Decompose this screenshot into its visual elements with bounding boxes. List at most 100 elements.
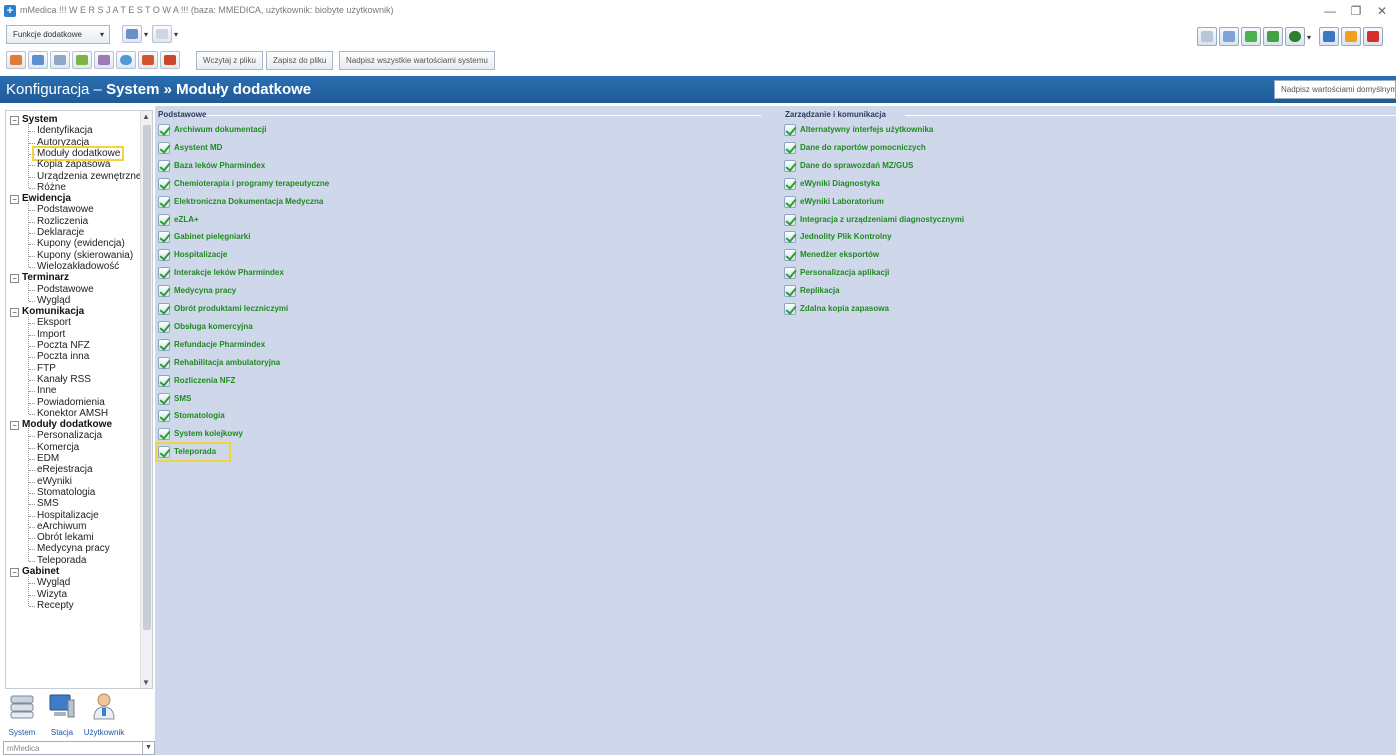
module-item[interactable]: Asystent MD bbox=[158, 141, 418, 155]
module-checkbox[interactable] bbox=[158, 195, 170, 208]
module-checkbox[interactable] bbox=[158, 124, 170, 136]
tree-item[interactable]: eRejestracja bbox=[29, 464, 93, 475]
tree-item[interactable]: Powiadomienia bbox=[29, 397, 105, 408]
module-item[interactable]: Chemioterapia i programy terapeutyczne bbox=[158, 177, 418, 191]
module-checkbox[interactable] bbox=[784, 249, 796, 262]
tree-group[interactable]: − Komunikacja bbox=[10, 306, 84, 318]
module-item[interactable]: SMS bbox=[158, 392, 418, 406]
arrow-left-icon[interactable] bbox=[1241, 27, 1261, 46]
tree-item[interactable]: Wielozakładowość bbox=[28, 261, 119, 272]
module-checkbox[interactable] bbox=[158, 320, 170, 333]
collapse-icon[interactable]: − bbox=[10, 195, 19, 205]
tree-item[interactable]: Podstawowe bbox=[29, 204, 94, 215]
monitor-icon[interactable] bbox=[1319, 27, 1339, 46]
tree-item[interactable]: Kanały RSS bbox=[29, 374, 91, 385]
save-file-button[interactable]: Zapisz do pliku bbox=[266, 51, 334, 70]
tree-item[interactable]: Komercja bbox=[28, 442, 79, 453]
tree-item[interactable]: eWyniki bbox=[29, 476, 72, 487]
scroll-down-icon[interactable]: ▼ bbox=[142, 678, 150, 687]
module-checkbox[interactable] bbox=[784, 285, 796, 298]
puzzle-icon[interactable] bbox=[160, 51, 180, 69]
module-checkbox[interactable] bbox=[158, 267, 170, 280]
functions-dropdown[interactable]: Funkcje dodatkowe ▾ bbox=[6, 25, 110, 44]
module-item[interactable]: Jednolity Plik Kontrolny bbox=[784, 230, 1044, 244]
overwrite-all-button[interactable]: Nadpisz wszystkie wartościami systemu bbox=[339, 51, 495, 70]
tree-item[interactable]: Kupony (ewidencja) bbox=[29, 238, 125, 249]
module-checkbox[interactable] bbox=[784, 124, 796, 136]
module-item[interactable]: Rozliczenia NFZ bbox=[158, 374, 418, 388]
arrow-up-icon[interactable] bbox=[1263, 27, 1283, 46]
station-select[interactable]: mMedica ▼ bbox=[3, 741, 155, 755]
tree-item[interactable]: Poczta inna bbox=[28, 351, 89, 362]
collapse-icon[interactable]: − bbox=[10, 116, 19, 125]
module-item[interactable]: Stomatologia bbox=[158, 409, 418, 423]
module-item[interactable]: Medycyna pracy bbox=[158, 284, 418, 298]
tree-item[interactable]: EDM bbox=[28, 453, 59, 464]
module-item[interactable]: eWyniki Diagnostyka bbox=[784, 177, 1044, 191]
module-item[interactable]: Archiwum dokumentacji bbox=[158, 123, 418, 137]
restore-icon[interactable]: ❐ bbox=[1346, 2, 1366, 20]
tree-item[interactable]: Wygląd bbox=[28, 577, 70, 588]
module-item[interactable]: Elektroniczna Dokumentacja Medyczna bbox=[158, 195, 418, 209]
tree-item[interactable]: eArchiwum bbox=[28, 521, 86, 532]
module-item[interactable]: Integracja z urządzeniami diagnostycznym… bbox=[784, 213, 1044, 227]
tree-item[interactable]: Recepty bbox=[29, 600, 74, 611]
module-checkbox[interactable] bbox=[158, 428, 170, 441]
tree-item[interactable]: Deklaracje bbox=[28, 227, 84, 238]
collapse-icon[interactable]: − bbox=[10, 421, 19, 431]
module-item[interactable]: Dane do sprawozdań MZ/GUS bbox=[784, 159, 1044, 173]
tree-item[interactable]: Personalizacja bbox=[28, 430, 102, 441]
module-checkbox[interactable] bbox=[784, 177, 796, 190]
chevron-down-icon[interactable]: ▾ bbox=[144, 30, 148, 39]
tree-group[interactable]: − System bbox=[10, 114, 58, 125]
module-item[interactable]: Gabinet pielęgniarki bbox=[158, 230, 418, 244]
network-icon[interactable] bbox=[1219, 27, 1239, 46]
module-item[interactable]: Personalizacja aplikacji bbox=[784, 266, 1044, 280]
load-file-button[interactable]: Wczytaj z pliku bbox=[196, 51, 263, 70]
module-checkbox[interactable] bbox=[158, 141, 170, 154]
power-icon[interactable] bbox=[1363, 27, 1383, 46]
calendar-icon[interactable] bbox=[28, 51, 48, 69]
tree-group[interactable]: − Moduły dodatkowe bbox=[10, 419, 112, 431]
nav-station-button[interactable]: Stacja bbox=[42, 690, 82, 740]
module-checkbox[interactable] bbox=[784, 141, 796, 154]
settings-icon[interactable] bbox=[1197, 27, 1217, 46]
module-item[interactable]: Alternatywny interfejs użytkownika bbox=[784, 123, 1044, 137]
tree-item[interactable]: Rozliczenia bbox=[28, 216, 88, 227]
tree-item[interactable]: Wygląd bbox=[28, 295, 70, 306]
module-checkbox[interactable] bbox=[784, 195, 796, 208]
module-checkbox[interactable] bbox=[158, 159, 170, 172]
chevron-down-icon[interactable]: ▾ bbox=[174, 30, 178, 39]
module-checkbox[interactable] bbox=[158, 374, 170, 387]
module-item[interactable]: Replikacja bbox=[784, 284, 1044, 298]
tree-group[interactable]: − Gabinet bbox=[10, 566, 59, 577]
overwrite-defaults-button[interactable]: Nadpisz wartościami domyślnymi bbox=[1274, 80, 1396, 99]
tree-item[interactable]: Obrót lekami bbox=[29, 532, 94, 543]
close-icon[interactable]: ✕ bbox=[1372, 2, 1392, 20]
tree-item[interactable]: Kupony (skierowania) bbox=[28, 250, 133, 261]
module-item[interactable]: eWyniki Laboratorium bbox=[784, 195, 1044, 209]
collapse-icon[interactable]: − bbox=[10, 274, 19, 284]
help-icon[interactable] bbox=[1285, 27, 1305, 46]
tree-item[interactable]: Inne bbox=[28, 385, 56, 396]
tree-item[interactable]: SMS bbox=[29, 498, 59, 509]
tree-item[interactable]: Poczta NFZ bbox=[29, 340, 90, 351]
module-checkbox[interactable] bbox=[158, 392, 170, 405]
tree-item[interactable]: Hospitalizacje bbox=[29, 510, 99, 521]
module-item[interactable]: System kolejkowy bbox=[158, 427, 418, 441]
module-item[interactable]: Interakcje leków Pharmindex bbox=[158, 266, 418, 280]
scroll-up-icon[interactable]: ▲ bbox=[142, 112, 150, 121]
layout-icon[interactable] bbox=[152, 25, 172, 43]
tree-item[interactable]: Eksport bbox=[29, 317, 71, 328]
module-item[interactable]: Baza leków Pharmindex bbox=[158, 159, 418, 173]
module-item[interactable]: Rehabilitacja ambulatoryjna bbox=[158, 356, 418, 370]
scrollbar-thumb[interactable] bbox=[143, 125, 151, 630]
print-icon[interactable] bbox=[122, 25, 142, 43]
tree-item[interactable]: Urządzenia zewnętrzne bbox=[29, 171, 142, 182]
collapse-icon[interactable]: − bbox=[10, 308, 19, 318]
module-checkbox[interactable] bbox=[158, 285, 170, 298]
tree-scrollbar[interactable]: ▲ ▼ bbox=[140, 111, 152, 688]
module-item[interactable]: Refundacje Pharmindex bbox=[158, 338, 418, 352]
minimize-icon[interactable]: — bbox=[1320, 2, 1340, 20]
user-icon[interactable] bbox=[94, 51, 114, 69]
